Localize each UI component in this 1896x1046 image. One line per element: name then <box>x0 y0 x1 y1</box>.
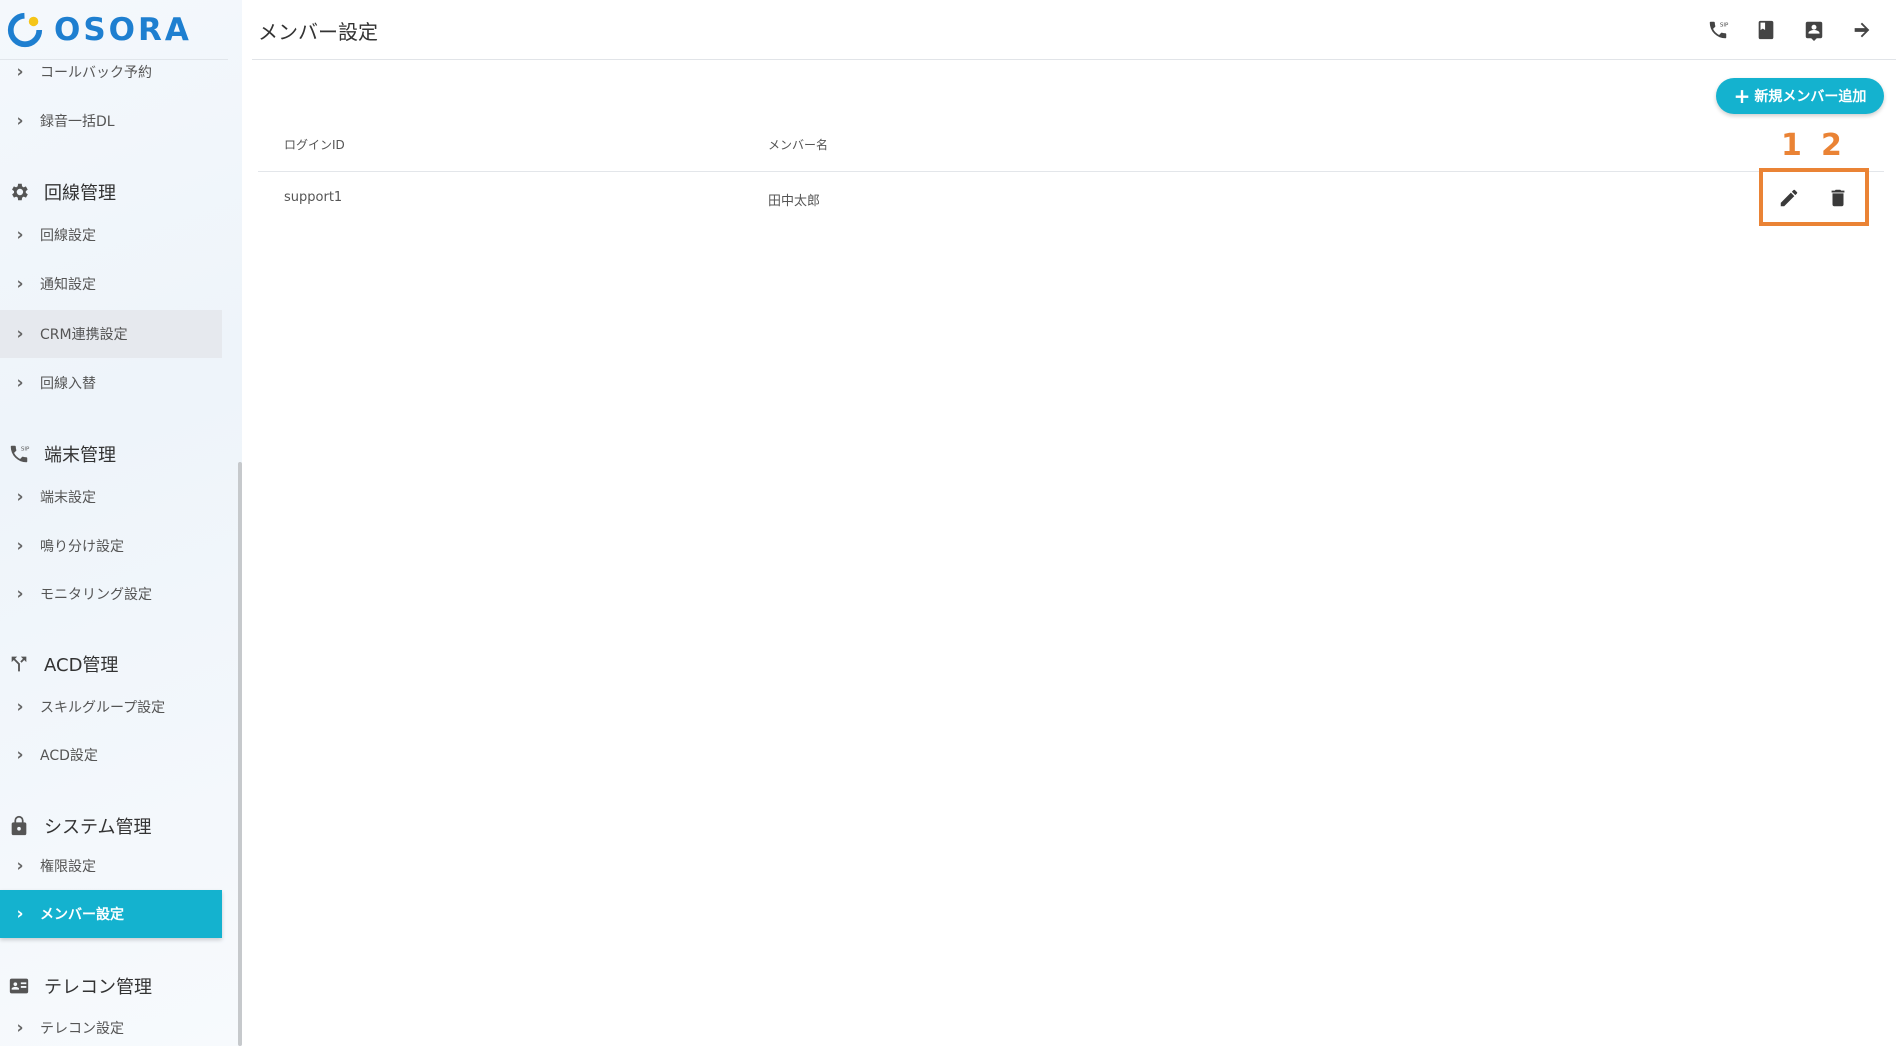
section-telecon-management: テレコン管理 <box>0 966 222 1006</box>
plus-icon: + <box>1733 84 1751 108</box>
sidebar-item-device-settings[interactable]: › 端末設定 <box>0 473 222 521</box>
chevron-right-icon: › <box>16 535 24 556</box>
sidebar-item-label: 回線入替 <box>40 376 96 392</box>
section-title: システム管理 <box>44 817 152 838</box>
sidebar-item-crm-integration[interactable]: › CRM連携設定 <box>0 310 222 358</box>
chevron-right-icon: › <box>16 273 24 294</box>
sidebar-item-label: モニタリング設定 <box>40 587 152 603</box>
sidebar-item-label: ACD設定 <box>40 748 98 764</box>
sidebar-item-monitoring-settings[interactable]: › モニタリング設定 <box>0 570 222 618</box>
top-header: メンバー設定 SIP <box>252 0 1896 60</box>
table-header: ログインID メンバー名 <box>258 122 1884 172</box>
chevron-right-icon: › <box>16 323 24 344</box>
sidebar-item-label: 権限設定 <box>40 859 96 875</box>
sidebar-item-telecon-settings[interactable]: › テレコン設定 <box>0 1004 222 1046</box>
annotation-number-1: 1 <box>1781 128 1802 163</box>
section-title: 端末管理 <box>44 445 116 466</box>
book-icon[interactable] <box>1752 16 1780 44</box>
sidebar-item-ring-distinction[interactable]: › 鳴り分け設定 <box>0 522 222 570</box>
sidebar-item-label: 通知設定 <box>40 277 96 293</box>
id-card-icon <box>8 975 30 997</box>
sidebar-item-label: CRM連携設定 <box>40 327 128 343</box>
section-title: 回線管理 <box>44 183 116 204</box>
section-title: ACD管理 <box>44 655 119 676</box>
delete-icon[interactable] <box>1824 184 1852 212</box>
chevron-right-icon: › <box>16 903 24 924</box>
sidebar-item-line-swap[interactable]: › 回線入替 <box>0 359 222 407</box>
sidebar-item-permission-settings[interactable]: › 権限設定 <box>0 842 222 890</box>
svg-text:SIP: SIP <box>21 446 30 452</box>
member-table: ログインID メンバー名 support1 田中太郎 <box>258 122 1884 226</box>
add-member-button[interactable]: + 新規メンバー追加 <box>1716 78 1884 114</box>
section-system-management: システム管理 <box>0 806 222 846</box>
sidebar-item-notification-settings[interactable]: › 通知設定 <box>0 260 222 308</box>
cell-member-name: 田中太郎 <box>768 194 821 209</box>
contact-icon[interactable] <box>1800 16 1828 44</box>
gear-icon <box>8 181 30 203</box>
chevron-right-icon: › <box>16 855 24 876</box>
table-row: support1 田中太郎 <box>258 172 1884 226</box>
sidebar-item-label: 録音一括DL <box>40 114 115 130</box>
sidebar-item-label: スキルグループ設定 <box>40 700 166 716</box>
page-title: メンバー設定 <box>258 20 378 44</box>
chevron-right-icon: › <box>16 583 24 604</box>
annotation-number-2: 2 <box>1821 128 1842 163</box>
chevron-right-icon: › <box>16 486 24 507</box>
svg-text:SIP: SIP <box>1720 22 1729 28</box>
sidebar-item-label: 鳴り分け設定 <box>40 539 124 555</box>
add-member-label: 新規メンバー追加 <box>1754 89 1867 105</box>
sidebar-item-skill-group-settings[interactable]: › スキルグループ設定 <box>0 683 222 731</box>
sidebar-item-callback-reservation[interactable]: › コールバック予約 <box>0 48 222 96</box>
logout-arrow-icon[interactable] <box>1848 16 1876 44</box>
section-title: テレコン管理 <box>44 977 152 998</box>
chevron-right-icon: › <box>16 61 24 82</box>
chevron-right-icon: › <box>16 110 24 131</box>
sip-phone-icon: SIP <box>8 443 30 465</box>
acd-split-icon <box>8 653 30 675</box>
sidebar-item-label: 端末設定 <box>40 490 96 506</box>
lock-icon <box>8 815 30 837</box>
column-header-member-name[interactable]: メンバー名 <box>768 136 828 153</box>
sidebar-item-label: テレコン設定 <box>40 1021 124 1037</box>
chevron-right-icon: › <box>16 696 24 717</box>
sidebar-item-member-settings[interactable]: › メンバー設定 <box>0 890 222 938</box>
section-acd-management: ACD管理 <box>0 644 222 684</box>
sidebar-item-line-settings[interactable]: › 回線設定 <box>0 211 222 259</box>
chevron-right-icon: › <box>16 1017 24 1038</box>
sidebar: OSORA › コールバック予約 › 録音一括DL 回線管理 › 回線設定 › … <box>0 0 242 1046</box>
column-header-login-id[interactable]: ログインID <box>284 136 345 153</box>
osora-logo-icon <box>7 12 43 47</box>
cell-login-id: support1 <box>284 190 343 205</box>
chevron-right-icon: › <box>16 372 24 393</box>
sip-phone-icon[interactable]: SIP <box>1704 16 1732 44</box>
chevron-right-icon: › <box>16 224 24 245</box>
chevron-right-icon: › <box>16 744 24 765</box>
sidebar-scrollbar[interactable] <box>238 462 242 1046</box>
section-line-management: 回線管理 <box>0 172 222 212</box>
sidebar-item-label: 回線設定 <box>40 228 96 244</box>
sidebar-item-label: コールバック予約 <box>40 65 152 81</box>
sidebar-item-recording-bulk-dl[interactable]: › 録音一括DL <box>0 97 222 145</box>
edit-icon[interactable] <box>1775 184 1803 212</box>
section-device-management: SIP 端末管理 <box>0 434 222 474</box>
sidebar-item-label: メンバー設定 <box>40 907 124 923</box>
logo-text: OSORA <box>54 11 192 48</box>
sidebar-item-acd-settings[interactable]: › ACD設定 <box>0 731 222 779</box>
